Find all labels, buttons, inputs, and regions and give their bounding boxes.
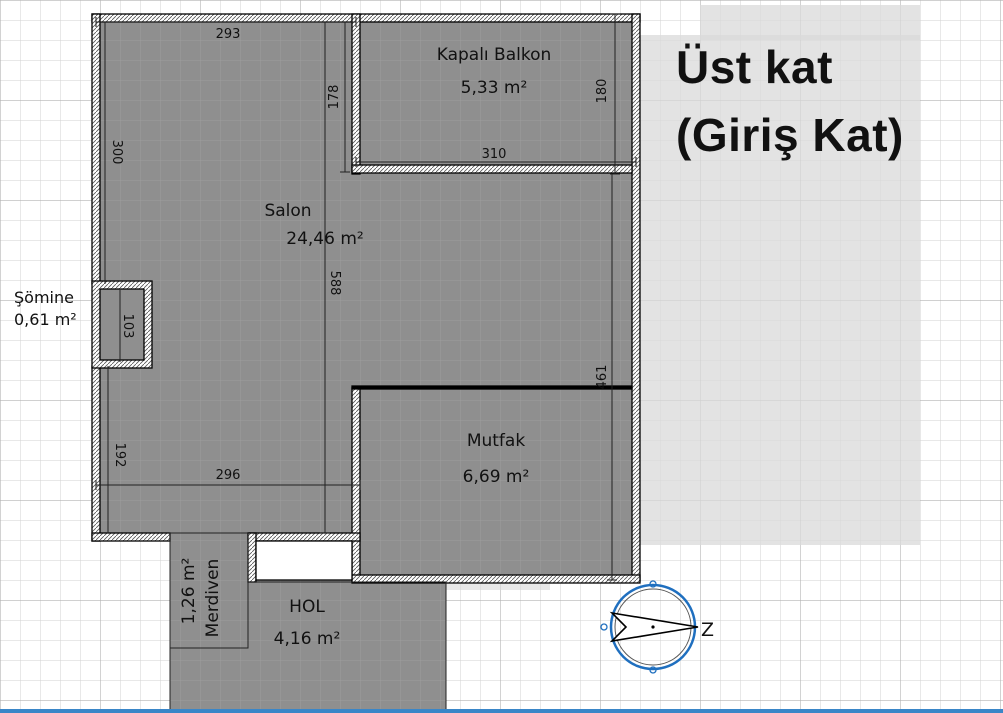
salon-name: Salon bbox=[264, 201, 311, 221]
balkon-area: 5,33 m² bbox=[461, 78, 528, 98]
wall-balkon-left bbox=[351, 13, 361, 175]
wall-top bbox=[91, 13, 641, 23]
wall-left-upper bbox=[91, 13, 101, 285]
dim-salon-bottom-width: 296 bbox=[216, 468, 241, 483]
floor-plan: Salon 24,46 m² Kapalı Balkon 5,33 m² Şöm… bbox=[0, 0, 1003, 713]
somine-area: 0,61 m² bbox=[14, 310, 77, 329]
dim-somine-width: 103 bbox=[120, 314, 135, 339]
wall-hol-left-post bbox=[247, 532, 257, 583]
salon-area: 24,46 m² bbox=[286, 229, 363, 249]
ground-footprint-top bbox=[700, 5, 920, 40]
wall-left-lower bbox=[91, 365, 101, 542]
hol-name: HOL bbox=[289, 597, 325, 617]
dim-balkon-width: 310 bbox=[482, 147, 507, 162]
wall-balkon-bottom bbox=[351, 164, 633, 174]
hol-area: 4,16 m² bbox=[274, 629, 341, 649]
wall-mutfak-top bbox=[351, 385, 633, 390]
merdiven-area: 1,26 m² bbox=[179, 558, 199, 625]
wall-right bbox=[631, 13, 641, 582]
window-bottom-edge bbox=[0, 709, 1003, 713]
dim-salon-left-height: 300 bbox=[109, 140, 124, 165]
mutfak-name: Mutfak bbox=[467, 431, 526, 451]
mutfak-area: 6,69 m² bbox=[463, 467, 530, 487]
dim-mutfak-height: 461 bbox=[595, 365, 610, 390]
page-title-line-2: (Giriş Kat) bbox=[676, 109, 904, 161]
page-title-line-1: Üst kat bbox=[676, 41, 833, 93]
wall-bottom-left bbox=[91, 532, 171, 542]
merdiven-name: Merdiven bbox=[203, 559, 223, 638]
compass-label: Z bbox=[701, 619, 714, 641]
dim-salon-lower-height: 192 bbox=[112, 443, 127, 468]
dim-balkon-side: 180 bbox=[595, 79, 610, 104]
balkon-name: Kapalı Balkon bbox=[437, 45, 552, 65]
somine-name: Şömine bbox=[14, 288, 74, 307]
dim-salon-top-width: 293 bbox=[216, 27, 241, 42]
dim-salon-height: 588 bbox=[327, 271, 342, 296]
dim-balkon-depth: 178 bbox=[327, 85, 342, 110]
wall-salon-bottom bbox=[247, 532, 361, 542]
hol-opening bbox=[255, 540, 353, 581]
